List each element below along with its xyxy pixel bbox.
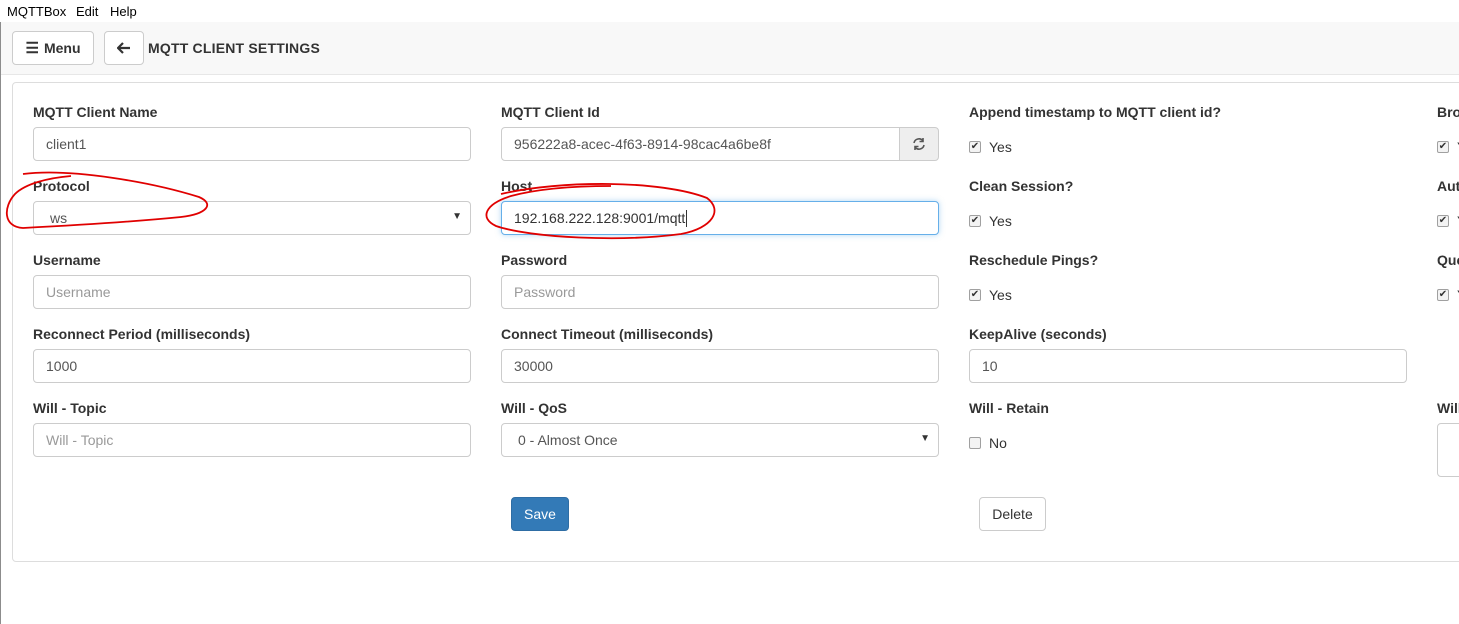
hamburger-icon: ☰ [25, 40, 39, 57]
auto-checkbox[interactable]: ✔ [1437, 215, 1449, 227]
keepalive-input[interactable]: 10 [969, 349, 1407, 383]
append-timestamp-label: Append timestamp to MQTT client id? [969, 104, 1221, 120]
client-id-input[interactable]: 956222a8-acec-4f63-8914-98cac4a6be8f [501, 127, 900, 161]
username-label: Username [33, 252, 101, 268]
reschedule-pings-label: Reschedule Pings? [969, 252, 1099, 268]
page-title: MQTT CLIENT SETTINGS [148, 40, 320, 56]
append-timestamp-option: Yes [989, 139, 1012, 155]
will-topic-label: Will - Topic [33, 400, 107, 416]
dropdown-caret-icon: ▼ [452, 211, 462, 222]
client-id-label: MQTT Client Id [501, 104, 600, 120]
client-name-input[interactable]: client1 [33, 127, 471, 161]
append-timestamp-checkbox[interactable]: ✔ [969, 141, 981, 153]
app-menubar: MQTTBox Edit Help [0, 0, 1459, 22]
protocol-label: Protocol [33, 178, 90, 194]
app-body: ☰ Menu MQTT CLIENT SETTINGS MQTT Client … [0, 22, 1459, 624]
regenerate-id-button[interactable] [899, 127, 939, 161]
password-input[interactable]: Password [501, 275, 939, 309]
will-retain-label: Will - Retain [969, 400, 1049, 416]
will-qos-label: Will - QoS [501, 400, 567, 416]
menubar-item-help[interactable]: Help [110, 4, 137, 19]
keepalive-label: KeepAlive (seconds) [969, 326, 1107, 342]
client-name-label: MQTT Client Name [33, 104, 158, 120]
will-retain-checkbox[interactable] [969, 437, 981, 449]
back-button[interactable] [104, 31, 144, 65]
broker-label-cut: Bro [1437, 104, 1459, 120]
menu-button[interactable]: ☰ Menu [12, 31, 94, 65]
top-navbar: ☰ Menu MQTT CLIENT SETTINGS [1, 22, 1459, 75]
broker-checkbox[interactable]: ✔ [1437, 141, 1449, 153]
protocol-value: ws [50, 210, 68, 226]
menubar-item-mqttbox[interactable]: MQTTBox [7, 4, 66, 19]
auto-label-cut: Aut [1437, 178, 1459, 194]
clean-session-checkbox[interactable]: ✔ [969, 215, 981, 227]
will-qos-value: 0 - Almost Once [518, 432, 618, 448]
reconnect-period-label: Reconnect Period (milliseconds) [33, 326, 251, 342]
menu-button-label: Menu [43, 40, 81, 56]
clean-session-label: Clean Session? [969, 178, 1074, 194]
clean-session-option: Yes [989, 213, 1012, 229]
connect-timeout-label: Connect Timeout (milliseconds) [501, 326, 714, 342]
delete-button[interactable]: Delete [979, 497, 1046, 531]
password-label: Password [501, 252, 568, 268]
will-topic-input[interactable]: Will - Topic [33, 423, 471, 457]
refresh-icon [913, 138, 925, 150]
reschedule-pings-option: Yes [989, 287, 1012, 303]
will-qos-select[interactable]: 0 - Almost Once ▼ [501, 423, 939, 457]
will-payload-textarea[interactable] [1437, 423, 1459, 477]
arrow-left-icon [117, 42, 130, 54]
reconnect-period-input[interactable]: 1000 [33, 349, 471, 383]
host-label: Host [501, 178, 533, 194]
protocol-select[interactable]: ws ▼ [33, 201, 471, 235]
connect-timeout-input[interactable]: 30000 [501, 349, 939, 383]
text-cursor [686, 209, 688, 227]
will-payload-label-cut: Will [1437, 400, 1459, 416]
host-value: 192.168.222.128:9001/mqtt [514, 210, 686, 226]
dropdown-caret-icon: ▼ [920, 433, 930, 444]
queue-checkbox[interactable]: ✔ [1437, 289, 1449, 301]
username-input[interactable]: Username [33, 275, 471, 309]
reschedule-pings-checkbox[interactable]: ✔ [969, 289, 981, 301]
queue-label-cut: Que [1437, 252, 1459, 268]
will-retain-option: No [989, 435, 1007, 451]
save-button[interactable]: Save [511, 497, 569, 531]
menubar-item-edit[interactable]: Edit [76, 4, 98, 19]
host-input[interactable]: 192.168.222.128:9001/mqtt [501, 201, 939, 235]
